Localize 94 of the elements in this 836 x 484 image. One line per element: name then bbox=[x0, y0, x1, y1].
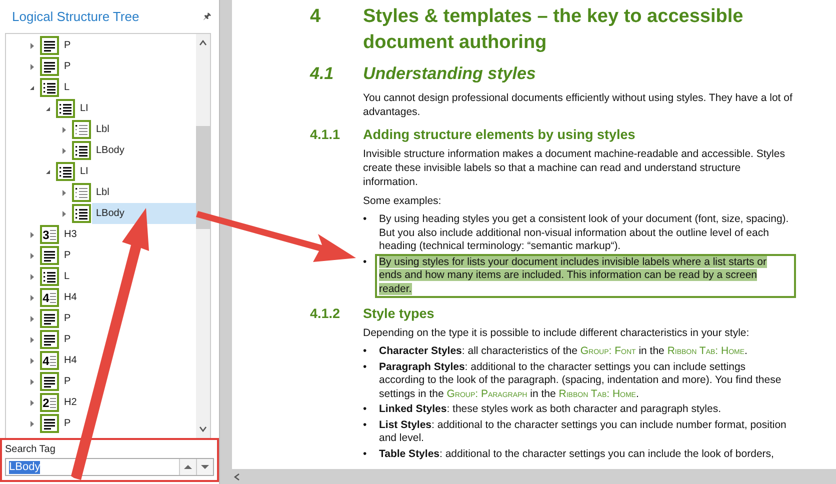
paragraph: Some examples: bbox=[363, 194, 442, 208]
list-item: By using heading styles you get a consistent look of your document (font, size, spacing). But you also include additional non-visual information about the outline level of each heading (technical terminology: “semantic markup“). bbox=[378, 212, 790, 254]
expand-icon[interactable] bbox=[28, 356, 36, 364]
paragraph-icon bbox=[40, 309, 59, 328]
paragraph-icon bbox=[40, 372, 59, 391]
paragraph-icon bbox=[40, 330, 59, 349]
tree-item[interactable]: LI bbox=[76, 161, 196, 182]
bullet: • bbox=[363, 345, 368, 359]
bullet: • bbox=[363, 360, 368, 374]
tree-item[interactable]: LI bbox=[76, 98, 196, 119]
heading-number: 4.1.2 bbox=[310, 306, 342, 321]
expand-icon[interactable] bbox=[28, 294, 36, 302]
paragraph-icon bbox=[40, 36, 59, 55]
down-icon[interactable] bbox=[196, 459, 213, 475]
heading-number: 4.1 bbox=[310, 64, 335, 84]
expand-icon[interactable] bbox=[60, 210, 68, 218]
list-icon bbox=[40, 78, 59, 97]
expand-icon[interactable] bbox=[28, 378, 36, 386]
paragraph-icon bbox=[40, 414, 59, 433]
expand-icon[interactable] bbox=[28, 62, 36, 70]
tree-item[interactable]: LBody bbox=[92, 140, 196, 161]
list-item: Paragraph Styles: additional to the character settings you can include settings according to the look of the paragraph. (spacing, indentation and more). You find these settings in the Group: Paragraph in the Ribbon Tab: Home. bbox=[378, 360, 782, 402]
heading-icon: 4 bbox=[40, 288, 59, 307]
tree-item[interactable]: P bbox=[60, 35, 196, 56]
expand-icon[interactable] bbox=[60, 146, 68, 154]
search-label: Search Tag bbox=[5, 444, 56, 455]
scroll-up-icon[interactable] bbox=[198, 38, 208, 48]
tree-item[interactable]: H4 bbox=[60, 350, 196, 371]
expand-icon[interactable] bbox=[28, 272, 36, 280]
bullet: • bbox=[363, 403, 368, 417]
tree-item[interactable]: P bbox=[60, 371, 196, 392]
list-icon bbox=[40, 267, 59, 286]
heading: Adding structure elements by using styles bbox=[363, 127, 636, 142]
heading: Style types bbox=[363, 306, 434, 321]
paragraph: Invisible structure information makes a document machine-readable and accessible. Styles create these invisible labels so that a machine can read and understand structure information. bbox=[363, 147, 786, 189]
bullet: • bbox=[363, 448, 368, 462]
tree-item[interactable]: P bbox=[60, 413, 196, 434]
heading-icon: 2 bbox=[40, 393, 59, 412]
paragraph: Depending on the type it is possible to include different characteristics in your style: bbox=[363, 326, 750, 340]
heading-icon: 4 bbox=[40, 351, 59, 370]
expand-icon[interactable] bbox=[60, 188, 68, 196]
scrollbar[interactable] bbox=[196, 34, 210, 438]
list-item: List Styles: additional to the character settings you can include number format, position and level. bbox=[378, 418, 788, 446]
paragraph-icon bbox=[40, 57, 59, 76]
collapse-icon[interactable] bbox=[44, 168, 52, 176]
tree-item[interactable]: P bbox=[60, 329, 196, 350]
collapse-icon[interactable] bbox=[28, 84, 36, 92]
bullet: • bbox=[363, 213, 368, 227]
list-icon bbox=[72, 120, 91, 139]
expand-icon[interactable] bbox=[28, 398, 36, 406]
tree-item[interactable]: H3 bbox=[60, 224, 196, 245]
tree-item[interactable]: LBody bbox=[92, 203, 196, 224]
heading-number: 4 bbox=[310, 5, 322, 29]
bullet: • bbox=[363, 256, 368, 270]
bullet: • bbox=[363, 418, 368, 432]
tree-item[interactable]: H4 bbox=[60, 287, 196, 308]
scrollbar-thumb[interactable] bbox=[196, 126, 210, 229]
tree-item[interactable]: Lbl bbox=[92, 182, 196, 203]
expand-icon[interactable] bbox=[28, 420, 36, 428]
heading-icon: 3 bbox=[40, 225, 59, 244]
list-icon bbox=[56, 99, 75, 118]
tree-item[interactable]: L bbox=[60, 266, 196, 287]
scroll-down-icon[interactable] bbox=[198, 424, 208, 434]
panel-title: Logical Structure Tree bbox=[12, 9, 140, 24]
tree-item[interactable]: Lbl bbox=[92, 119, 196, 140]
paragraph: You cannot design professional documents efficiently without using styles. They have a lot of advantages. bbox=[363, 91, 794, 119]
expand-icon[interactable] bbox=[28, 42, 36, 50]
tree-item[interactable]: P bbox=[60, 308, 196, 329]
up-icon[interactable] bbox=[179, 459, 196, 475]
heading: Styles & templates – the key to accessible document authoring bbox=[363, 5, 744, 55]
list-icon bbox=[72, 204, 91, 223]
expand-icon[interactable] bbox=[60, 126, 68, 134]
heading: Understanding styles bbox=[363, 64, 536, 84]
expand-icon[interactable] bbox=[28, 252, 36, 260]
tree-item[interactable]: H2 bbox=[60, 392, 196, 413]
scroll-left-icon[interactable] bbox=[232, 472, 242, 482]
list-icon bbox=[72, 141, 91, 160]
tree-item[interactable]: P bbox=[60, 56, 196, 77]
paragraph-icon bbox=[40, 246, 59, 265]
pin-icon[interactable]: 🖈 bbox=[203, 8, 211, 24]
tree-item[interactable]: L bbox=[60, 77, 196, 98]
list-item: Linked Styles: these styles work as both character and paragraph styles. bbox=[378, 402, 722, 417]
expand-icon[interactable] bbox=[28, 314, 36, 322]
list-item: Table Styles: additional to the character settings you can include the look of borders, bbox=[378, 446, 775, 462]
expand-icon[interactable] bbox=[28, 230, 36, 238]
heading-number: 4.1.1 bbox=[310, 127, 342, 142]
expand-icon[interactable] bbox=[28, 336, 36, 344]
list-item: Character Styles: all characteristics of the Group: Font in the Ribbon Tab: Home. bbox=[378, 344, 748, 359]
list-icon bbox=[72, 183, 91, 202]
collapse-icon[interactable] bbox=[44, 104, 52, 112]
tree-item[interactable]: P bbox=[60, 245, 196, 266]
list-icon bbox=[56, 162, 75, 181]
horizontal-scrollbar[interactable] bbox=[232, 469, 836, 484]
highlighted-list-item: By using styles for lists your document includes invisible labels where a list starts or ends and how many items are included. This information can be read by a screen reader. bbox=[375, 254, 796, 298]
